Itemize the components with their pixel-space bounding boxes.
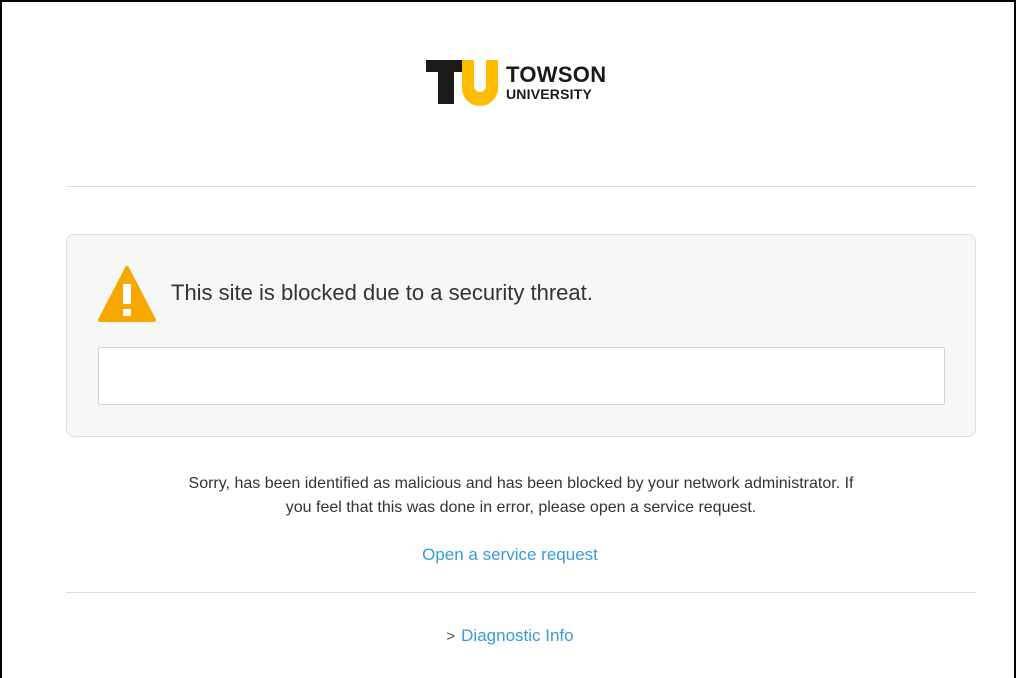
top-divider	[66, 186, 976, 187]
blocked-url-field	[98, 347, 945, 405]
block-message-line-1: Sorry, has been identified as malicious …	[188, 475, 854, 492]
logo-line-university: UNIVERSITY	[506, 85, 593, 102]
logo-line-towson: TOWSON	[506, 61, 607, 87]
warning-triangle-icon	[98, 266, 156, 322]
block-page: TOWSON UNIVERSITY This site is blocked d…	[0, 0, 1016, 678]
open-service-request-link[interactable]: Open a service request	[2, 545, 1016, 565]
towson-university-logo: TOWSON UNIVERSITY	[426, 57, 626, 107]
chevron-right-icon: >	[446, 628, 456, 645]
diagnostic-info-toggle[interactable]: > Diagnostic Info	[2, 626, 1016, 646]
block-message-line-2: you feel that this was done in error, pl…	[285, 499, 757, 516]
tu-logo-mark-icon	[426, 60, 498, 106]
logo-text: TOWSON UNIVERSITY	[506, 61, 607, 102]
bottom-divider	[66, 592, 976, 593]
alert-title: This site is blocked due to a security t…	[171, 280, 593, 305]
block-message: Sorry, has been identified as malicious …	[66, 472, 976, 520]
security-alert-panel: This site is blocked due to a security t…	[66, 234, 976, 437]
diagnostic-info-label: Diagnostic Info	[461, 626, 574, 645]
